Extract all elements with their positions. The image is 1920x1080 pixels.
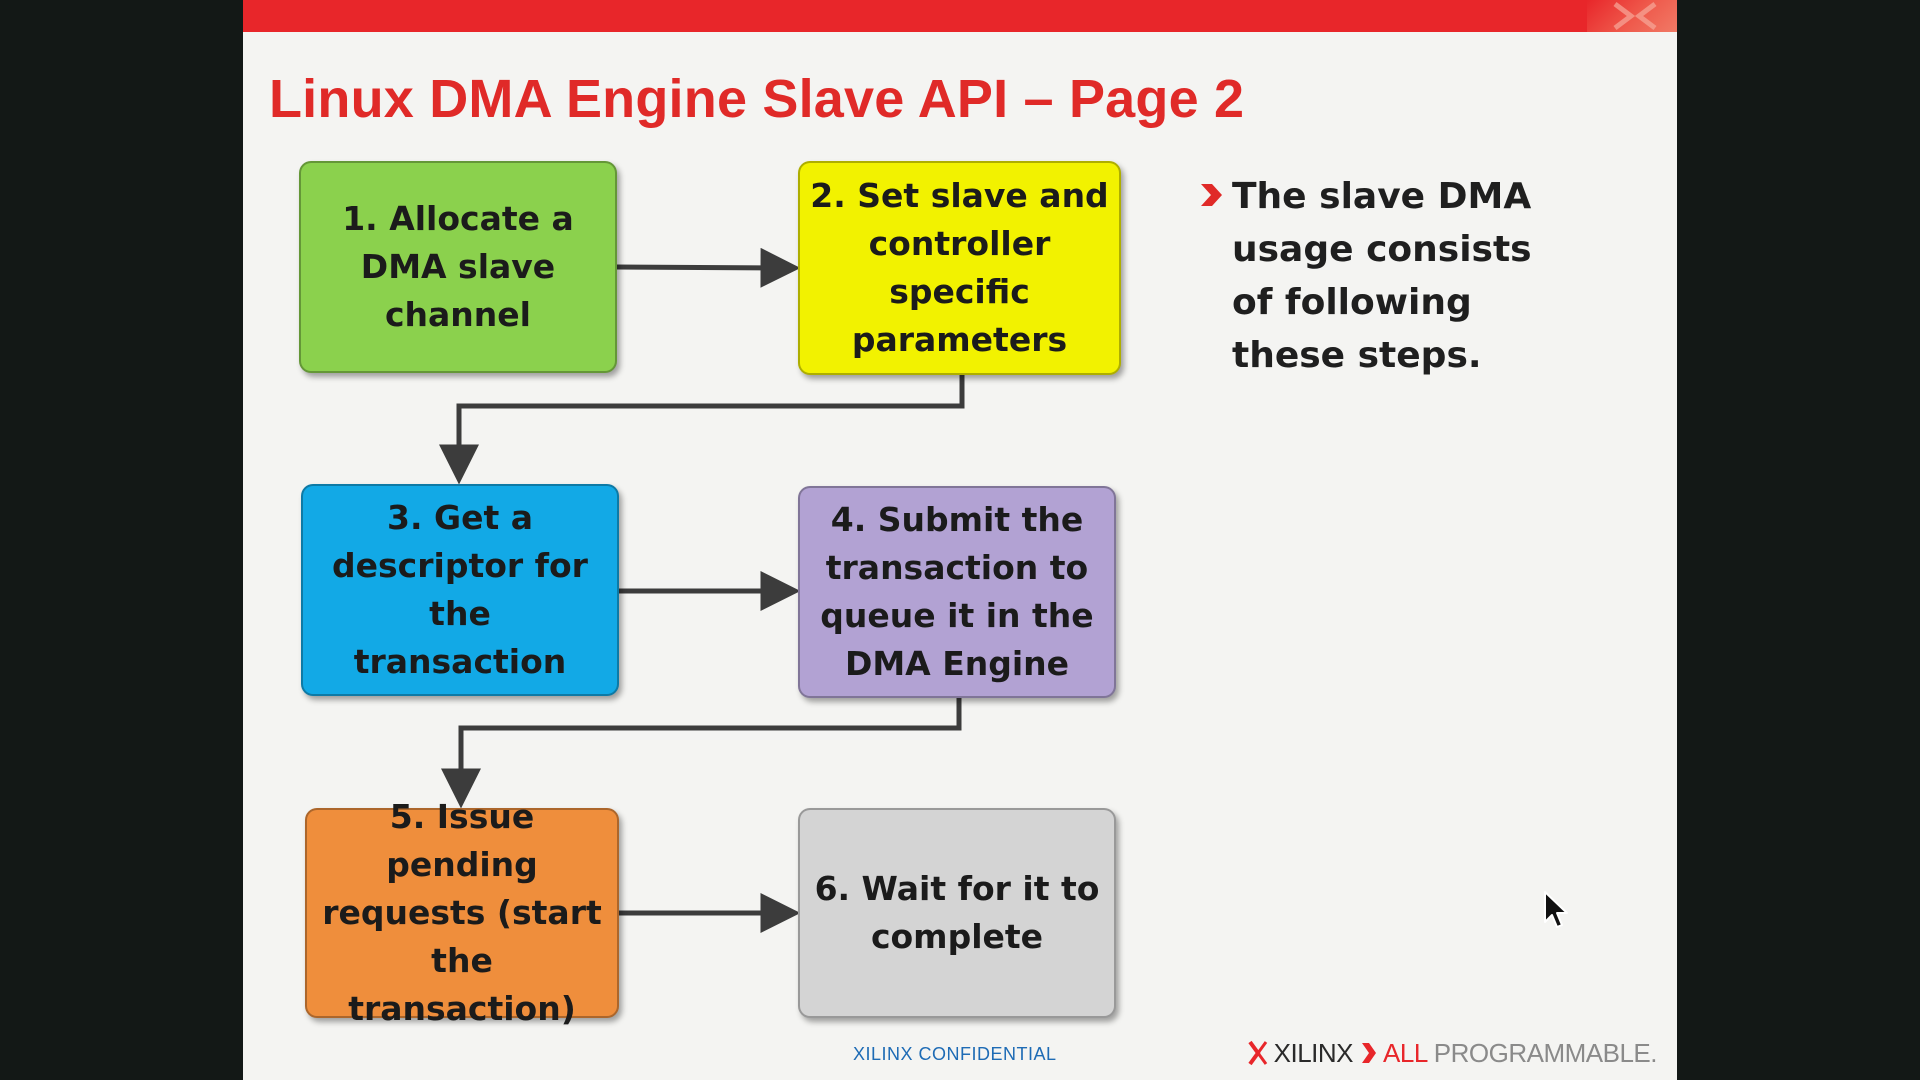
arrow-1-to-2 bbox=[616, 247, 801, 288]
mouse-cursor-icon bbox=[1544, 891, 1568, 928]
slide: Linux DMA Engine Slave API – Page 2 1. A… bbox=[243, 0, 1677, 1080]
step-2-label: 2. Set slave and controller specific par… bbox=[810, 176, 1109, 359]
logo-all: ALL bbox=[1383, 1037, 1428, 1068]
xilinx-logo-icon bbox=[1248, 1040, 1267, 1066]
arrow-2-to-3 bbox=[439, 375, 965, 485]
step-1-allocate-channel: 1. Allocate a DMA slave channel bbox=[299, 161, 617, 373]
logo-brand: XILINX bbox=[1273, 1037, 1354, 1068]
step-6-label: 6. Wait for it to complete bbox=[814, 869, 1100, 956]
step-3-label: 3. Get a descriptor for the transaction bbox=[332, 498, 588, 681]
step-4-label: 4. Submit the transaction to queue it in… bbox=[820, 500, 1094, 683]
step-5-label: 5. Issue pending requests (start the tra… bbox=[322, 797, 602, 1028]
step-5-issue-pending: 5. Issue pending requests (start the tra… bbox=[305, 797, 619, 1028]
confidential-label: XILINX CONFIDENTIAL bbox=[853, 1044, 1057, 1064]
bullet-text: The slave DMA usage consists of followin… bbox=[1232, 176, 1532, 376]
chevron-right-icon bbox=[1201, 184, 1222, 206]
arrow-4-to-5 bbox=[441, 698, 962, 809]
logo-chevron-icon bbox=[1362, 1043, 1377, 1063]
step-6-wait-complete: 6. Wait for it to complete bbox=[798, 808, 1116, 1018]
step-3-get-descriptor: 3. Get a descriptor for the transaction bbox=[301, 484, 619, 696]
xilinx-logo: XILINX ALL PROGRAMMABLE. bbox=[1248, 1037, 1658, 1068]
step-1-label: 1. Allocate a DMA slave channel bbox=[342, 199, 574, 334]
logo-programmable: PROGRAMMABLE. bbox=[1433, 1037, 1658, 1068]
step-4-submit-transaction: 4. Submit the transaction to queue it in… bbox=[798, 486, 1116, 698]
step-2-set-parameters: 2. Set slave and controller specific par… bbox=[798, 161, 1121, 375]
